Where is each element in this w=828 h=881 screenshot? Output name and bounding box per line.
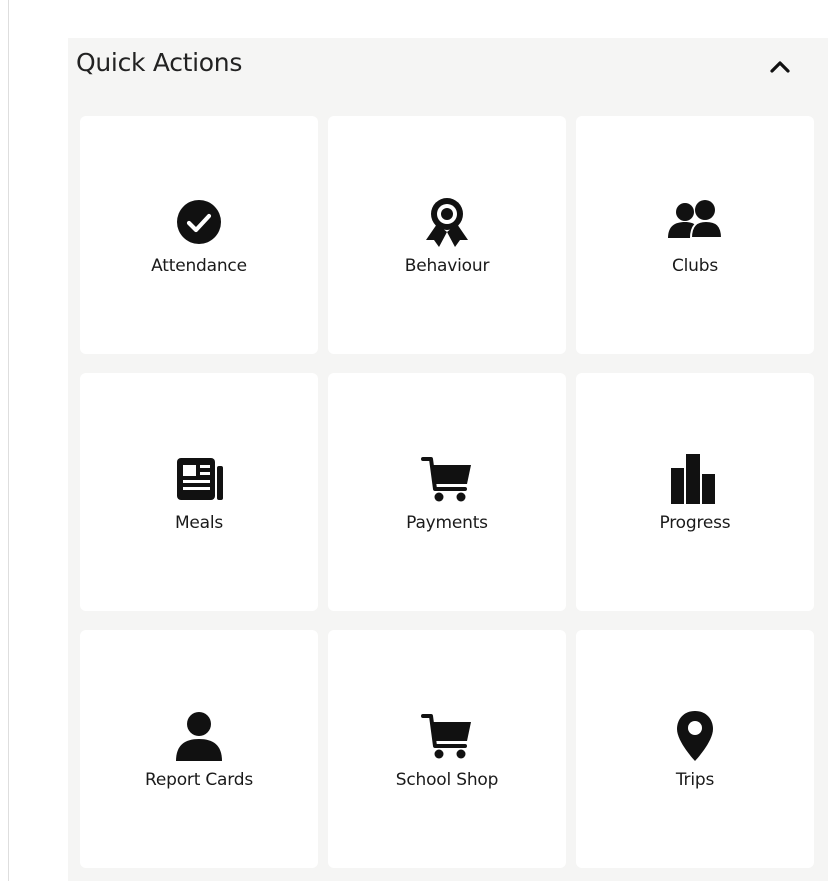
tile-trips[interactable]: Trips [576,630,814,868]
chevron-up-icon [770,61,790,73]
tile-label: Trips [675,770,715,790]
tile-attendance[interactable]: Attendance [80,116,318,354]
quick-actions-header: Quick Actions [68,38,828,104]
tile-progress[interactable]: Progress [576,373,814,611]
tile-clubs[interactable]: Clubs [576,116,814,354]
quick-actions-panel: Quick Actions Attendance Behaviour Clubs… [68,38,828,881]
left-divider [8,0,9,881]
award-ribbon-icon [426,198,468,247]
collapse-toggle-button[interactable] [762,52,798,80]
tile-label: Clubs [671,256,719,276]
tile-meals[interactable]: Meals [80,373,318,611]
newspaper-icon [177,458,223,500]
users-group-icon [668,200,724,239]
tile-report-cards[interactable]: Report Cards [80,630,318,868]
tile-label: Attendance [151,256,247,276]
tile-label: Payments [406,513,488,533]
check-circle-icon [177,200,221,244]
shopping-cart-icon [421,714,471,759]
panel-title: Quick Actions [76,48,243,77]
tile-label: Behaviour [404,256,490,276]
tile-label: School Shop [395,770,499,790]
user-icon [176,712,222,761]
quick-actions-grid: Attendance Behaviour Clubs Meals Payment… [80,116,814,868]
tile-payments[interactable]: Payments [328,373,566,611]
shopping-cart-icon [421,457,471,502]
page: Quick Actions Attendance Behaviour Clubs… [0,0,828,881]
bar-chart-icon [671,454,715,504]
tile-school-shop[interactable]: School Shop [328,630,566,868]
map-pin-icon [677,711,713,761]
tile-label: Progress [659,513,731,533]
tile-behaviour[interactable]: Behaviour [328,116,566,354]
tile-label: Meals [174,513,224,533]
tile-label: Report Cards [145,770,253,790]
